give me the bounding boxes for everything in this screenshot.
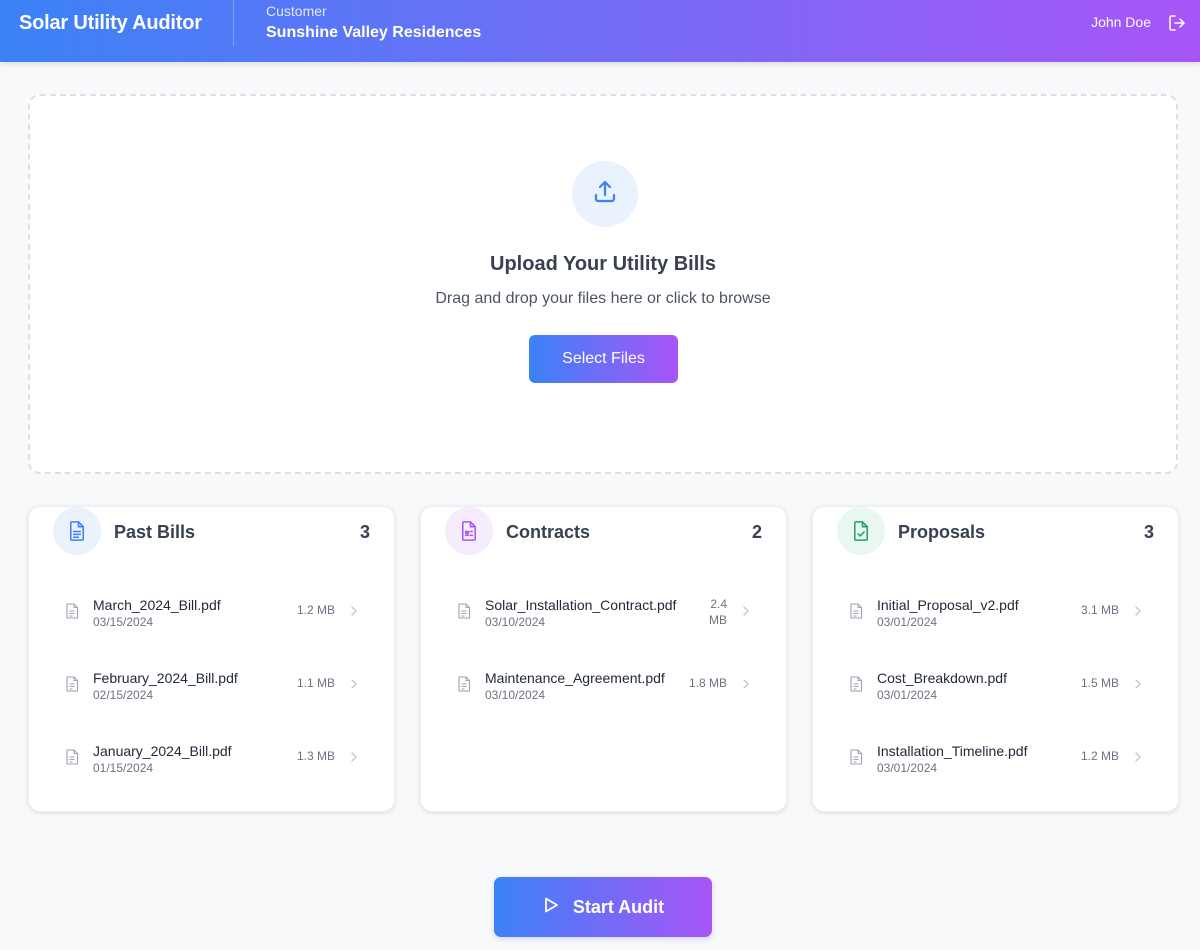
file-date: 03/01/2024	[877, 615, 938, 629]
file-date: 03/15/2024	[93, 615, 154, 629]
file-size: 1.2 MB	[296, 603, 335, 617]
header-divider	[233, 0, 234, 46]
file-icon	[65, 603, 79, 619]
select-files-button[interactable]: Select Files	[529, 335, 678, 383]
file-date: 01/15/2024	[93, 761, 154, 775]
upload-icon-circle	[572, 161, 638, 227]
file-icon	[849, 603, 863, 619]
document-check-icon	[837, 507, 885, 555]
file-name: Solar_Installation_Contract.pdf	[485, 597, 677, 613]
card-count: 3	[1143, 522, 1154, 542]
top-header: Solar Utility Auditor Customer Sunshine …	[0, 0, 1200, 62]
upload-subtitle: Drag and drop your files here or click t…	[435, 290, 771, 307]
file-icon	[849, 676, 863, 692]
chevron-right-icon	[741, 677, 751, 689]
contract-icon	[445, 507, 493, 555]
start-audit-label: Start Audit	[572, 896, 665, 917]
file-row[interactable]: Cost_Breakdown.pdf 03/01/2024 1.5 MB	[837, 670, 1157, 726]
file-date: 03/01/2024	[877, 688, 938, 702]
file-date: 03/10/2024	[485, 615, 546, 629]
card-title: Past Bills	[114, 522, 196, 542]
chevron-right-icon	[349, 604, 359, 616]
file-size: 2.4 MB	[709, 597, 727, 627]
card-contracts: Contracts 2 Solar_Installation_Contract.pd…	[420, 506, 787, 812]
file-row[interactable]: Maintenance_Agreement.pdf 03/10/2024 1.8 M…	[445, 670, 765, 726]
upload-title: Upload Your Utility Bills	[490, 253, 716, 275]
file-row[interactable]: January_2024_Bill.pdf 01/15/2024 1.3 MB	[53, 743, 373, 799]
file-size: 1.3 MB	[296, 749, 335, 763]
logout-icon[interactable]	[1167, 13, 1187, 33]
file-name: Maintenance_Agreement.pdf	[485, 670, 665, 686]
file-size: 1.8 MB	[688, 676, 727, 690]
play-icon	[542, 896, 560, 919]
chevron-right-icon	[1133, 604, 1143, 616]
file-row[interactable]: Initial_Proposal_v2.pdf 03/01/2024 3.1 MB	[837, 597, 1157, 653]
card-count: 2	[751, 522, 762, 542]
file-icon	[849, 749, 863, 765]
customer-name: Sunshine Valley Residences	[266, 24, 482, 41]
file-size: 1.2 MB	[1080, 749, 1119, 763]
app-title: Solar Utility Auditor	[19, 12, 202, 34]
file-row[interactable]: March_2024_Bill.pdf 03/15/2024 1.2 MB	[53, 597, 373, 653]
file-size: 3.1 MB	[1080, 603, 1119, 617]
file-size: 1.1 MB	[296, 676, 335, 690]
file-name: February_2024_Bill.pdf	[93, 670, 238, 686]
file-row[interactable]: February_2024_Bill.pdf 02/15/2024 1.1 MB	[53, 670, 373, 726]
card-count: 3	[359, 522, 370, 542]
chevron-right-icon	[1133, 677, 1143, 689]
file-icon	[457, 603, 471, 619]
file-icon	[65, 676, 79, 692]
file-name: Initial_Proposal_v2.pdf	[877, 597, 1019, 613]
file-date: 02/15/2024	[93, 688, 154, 702]
file-name: January_2024_Bill.pdf	[93, 743, 232, 759]
file-name: Cost_Breakdown.pdf	[877, 670, 1007, 686]
file-row[interactable]: Solar_Installation_Contract.pdf 03/10/202…	[445, 597, 765, 653]
file-date: 03/01/2024	[877, 761, 938, 775]
chevron-right-icon	[1133, 750, 1143, 762]
file-name: March_2024_Bill.pdf	[93, 597, 221, 613]
chevron-right-icon	[349, 750, 359, 762]
file-icon	[65, 749, 79, 765]
file-row[interactable]: Installation_Timeline.pdf 03/01/2024 1.2 M…	[837, 743, 1157, 799]
card-title: Contracts	[506, 522, 591, 542]
customer-label: Customer	[266, 3, 327, 19]
start-audit-button[interactable]: Start Audit	[494, 877, 712, 937]
upload-icon	[591, 178, 619, 211]
file-name: Installation_Timeline.pdf	[877, 743, 1028, 759]
card-proposals: Proposals 3 Initial_Proposal_v2.pdf 03/01/2…	[812, 506, 1179, 812]
chevron-right-icon	[349, 677, 359, 689]
file-size: 1.5 MB	[1080, 676, 1119, 690]
file-date: 03/10/2024	[485, 688, 546, 702]
card-past-bills: Past Bills 3 March_2024_Bill.pdf 03/15/2024…	[28, 506, 395, 812]
upload-dropzone[interactable]: Upload Your Utility Bills Drag and drop …	[28, 94, 1178, 474]
document-icon	[53, 507, 101, 555]
card-title: Proposals	[898, 522, 986, 542]
user-name[interactable]: John Doe	[1091, 14, 1151, 30]
file-icon	[457, 676, 471, 692]
chevron-right-icon	[741, 604, 751, 616]
